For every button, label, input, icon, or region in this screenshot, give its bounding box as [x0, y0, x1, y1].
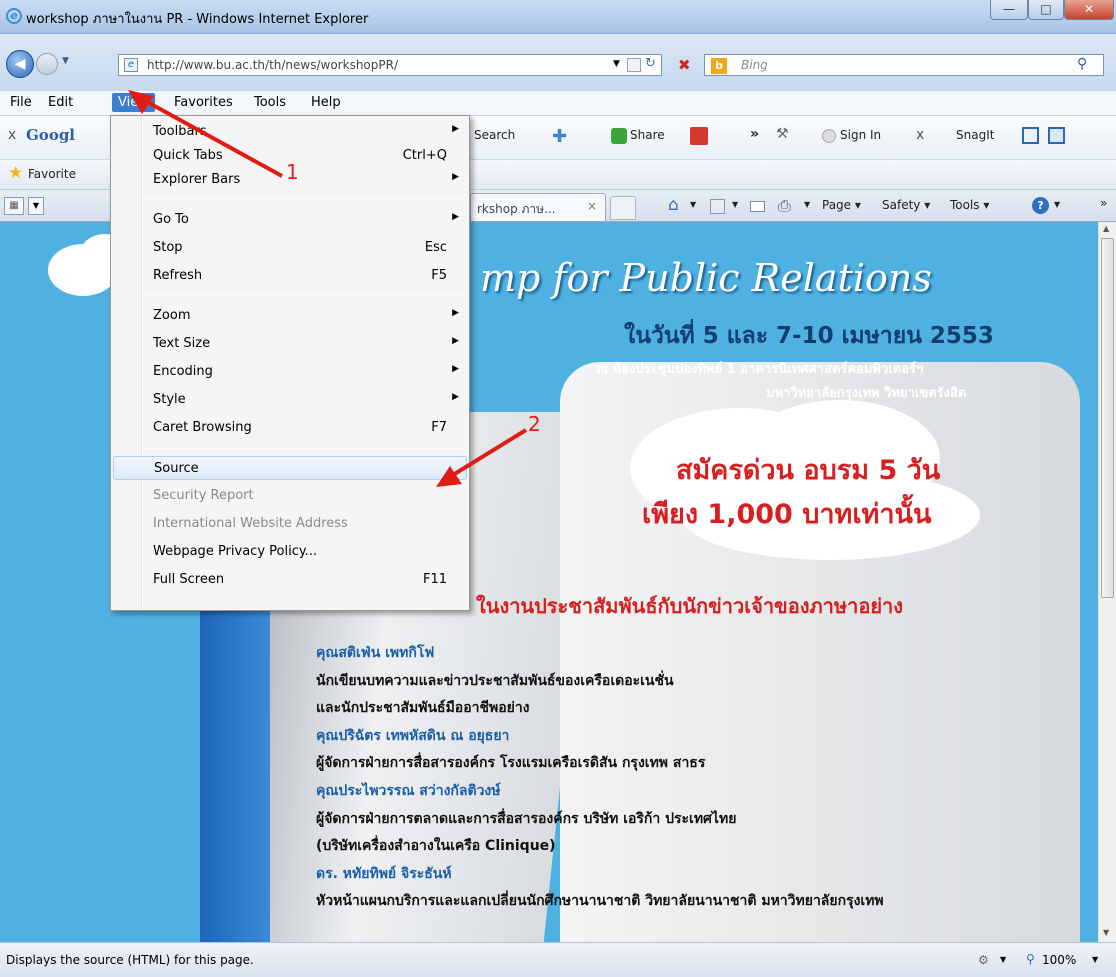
status-text: Displays the source (HTML) for this page… — [6, 953, 254, 967]
annotation-arrowhead-2 — [436, 466, 462, 487]
zoom-icon[interactable]: ⚲ — [1026, 952, 1035, 966]
annotation-label-2: 2 — [528, 412, 541, 436]
annotation-arrow-2 — [446, 428, 528, 480]
zoom-level[interactable]: 100% — [1042, 953, 1076, 967]
annotation-arrows — [128, 90, 528, 487]
annotation-label-1: 1 — [286, 160, 299, 184]
protected-mode-icon[interactable]: ⚙ — [978, 953, 989, 967]
protected-mode-dropdown-icon[interactable]: ▼ — [1000, 955, 1006, 964]
status-bar: Displays the source (HTML) for this page… — [0, 942, 1116, 977]
annotation-arrow-1 — [139, 96, 283, 178]
zoom-dropdown-icon[interactable]: ▼ — [1092, 955, 1098, 964]
